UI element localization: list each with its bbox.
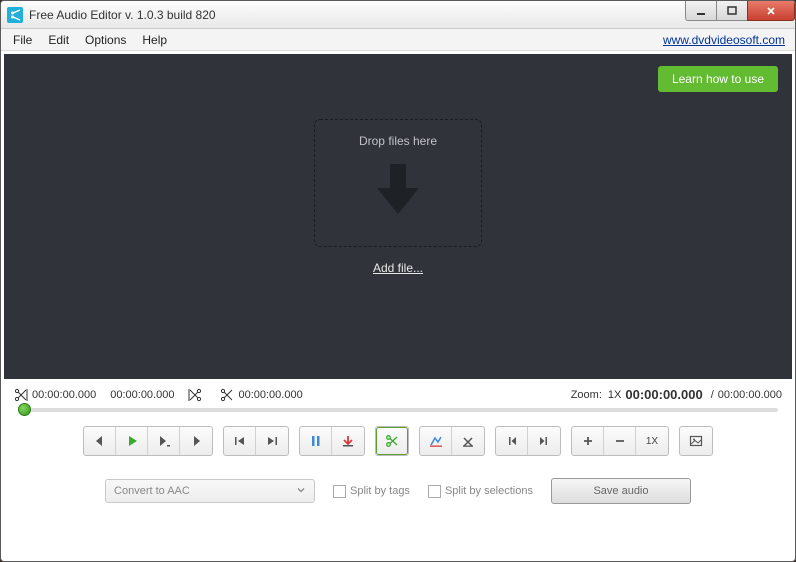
scissor-start-icon [14, 388, 28, 402]
website-link[interactable]: www.dvdvideosoft.com [657, 31, 791, 49]
play-selection-button[interactable] [148, 427, 180, 455]
split-selections-checkbox[interactable]: Split by selections [428, 485, 533, 498]
delete-button[interactable] [452, 427, 484, 455]
add-file-link[interactable]: Add file... [373, 261, 423, 275]
window-title: Free Audio Editor v. 1.0.3 build 820 [29, 8, 686, 22]
scissor-icon [220, 388, 234, 402]
cut-button[interactable] [376, 427, 408, 455]
menu-edit[interactable]: Edit [40, 31, 77, 49]
menu-options[interactable]: Options [77, 31, 134, 49]
play-button[interactable] [116, 427, 148, 455]
trim-in-button[interactable] [420, 427, 452, 455]
image-group [679, 426, 713, 456]
edit-group [419, 426, 485, 456]
time-separator: / [711, 389, 714, 401]
app-icon [7, 7, 23, 23]
zoom-out-button[interactable] [604, 427, 636, 455]
zoom-in-button[interactable] [572, 427, 604, 455]
current-time: 00:00:00.000 [625, 387, 702, 402]
checkbox-icon [428, 485, 441, 498]
marker-group [299, 426, 365, 456]
playback-group [83, 426, 213, 456]
slider-track [18, 408, 778, 412]
menu-help[interactable]: Help [134, 31, 175, 49]
titlebar[interactable]: Free Audio Editor v. 1.0.3 build 820 [1, 1, 795, 29]
selection-start-marker[interactable]: 00:00:00.000 [14, 388, 96, 402]
skip-end-button[interactable] [256, 427, 288, 455]
split-selections-label: Split by selections [445, 485, 533, 497]
convert-select[interactable]: Convert to AAC [105, 479, 315, 503]
zoom-1x-label: 1X [646, 436, 658, 447]
close-button[interactable] [747, 1, 795, 21]
time-row: 00:00:00.000 00:00:00.000 00:00:00.000 Z… [4, 379, 792, 406]
zoom-group: 1X [571, 426, 669, 456]
marker-down-button[interactable] [332, 427, 364, 455]
toolbar: 1X [4, 422, 792, 468]
zoom-label: Zoom: [571, 389, 602, 401]
image-button[interactable] [680, 427, 712, 455]
skip-group [223, 426, 289, 456]
selection-end-marker[interactable] [188, 388, 206, 402]
selection-duration: 00:00:00.000 [110, 389, 174, 401]
pause-marker-button[interactable] [300, 427, 332, 455]
drop-text: Drop files here [359, 134, 437, 148]
app-window: Free Audio Editor v. 1.0.3 build 820 Fil… [0, 0, 796, 562]
cut-time: 00:00:00.000 [238, 389, 302, 401]
cut-marker[interactable]: 00:00:00.000 [220, 388, 302, 402]
zoom-reset-button[interactable]: 1X [636, 427, 668, 455]
split-tags-checkbox[interactable]: Split by tags [333, 485, 410, 498]
zoom-value: 1X [608, 389, 621, 401]
minimize-button[interactable] [685, 1, 717, 21]
checkbox-icon [333, 485, 346, 498]
bottom-row: Convert to AAC Split by tags Split by se… [4, 468, 792, 510]
maximize-button[interactable] [716, 1, 748, 21]
menubar: File Edit Options Help www.dvdvideosoft.… [1, 29, 795, 51]
skip-start-button[interactable] [224, 427, 256, 455]
nav-group [495, 426, 561, 456]
step-forward-button[interactable] [180, 427, 212, 455]
window-controls [686, 1, 795, 21]
arrow-down-icon [373, 162, 423, 223]
learn-button[interactable]: Learn how to use [658, 66, 778, 92]
scissor-end-icon [188, 388, 202, 402]
cut-group [375, 426, 409, 456]
slider-thumb[interactable] [18, 403, 31, 416]
go-start-button[interactable] [496, 427, 528, 455]
content-area: Learn how to use Drop files here Add fil… [1, 51, 795, 561]
total-time: 00:00:00.000 [718, 389, 782, 401]
save-audio-button[interactable]: Save audio [551, 478, 691, 504]
chevron-down-icon [296, 485, 306, 498]
seek-slider[interactable] [4, 406, 792, 422]
drop-box[interactable]: Drop files here [314, 119, 482, 247]
selection-start-time: 00:00:00.000 [32, 389, 96, 401]
menu-file[interactable]: File [5, 31, 40, 49]
split-tags-label: Split by tags [350, 485, 410, 497]
step-back-button[interactable] [84, 427, 116, 455]
convert-value: Convert to AAC [114, 485, 190, 497]
go-end-button[interactable] [528, 427, 560, 455]
drop-area[interactable]: Learn how to use Drop files here Add fil… [4, 54, 792, 379]
